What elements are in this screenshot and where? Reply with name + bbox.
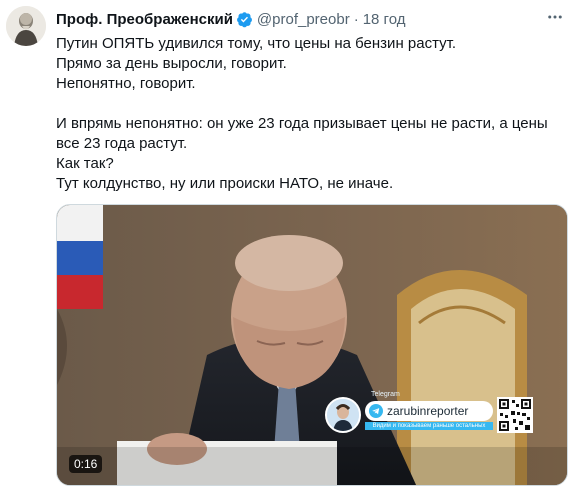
author-avatar-image: [6, 6, 46, 46]
telegram-icon: [369, 404, 383, 418]
tweet-text-line: И впрямь непонятно: он уже 23 года призы…: [56, 115, 548, 132]
qr-code-icon: [497, 397, 533, 433]
tweet-text-line: Путин ОПЯТЬ удивился тому, что цены на б…: [56, 35, 456, 52]
author-name[interactable]: Проф. Преображенский: [56, 11, 233, 28]
telegram-channel-name: zarubinreporter: [387, 404, 469, 418]
tweet[interactable]: Проф. Преображенский @prof_preobr · 18 г…: [0, 0, 578, 489]
tweet-text-line: Прямо за день выросли, говорит.: [56, 55, 287, 72]
tweet-text-line: Тут колдунство, ну или происки НАТО, не …: [56, 175, 394, 192]
author-avatar[interactable]: [6, 6, 46, 46]
header-separator: ·: [353, 10, 359, 28]
tweet-text-line: все 23 года растут.: [56, 135, 188, 152]
tweet-text-line: Непонятно, говорит.: [56, 75, 196, 92]
video-frame: [57, 205, 567, 485]
telegram-source-label: Telegram: [371, 391, 400, 398]
tweet-text-line: Как так?: [56, 155, 114, 172]
tweet-text: Путин ОПЯТЬ удивился тому, что цены на б…: [56, 34, 556, 194]
tweet-timestamp[interactable]: 18 год: [363, 11, 406, 28]
verified-badge-icon: [236, 11, 252, 27]
more-options-icon[interactable]: [544, 6, 566, 28]
author-handle[interactable]: @prof_preobr: [257, 11, 350, 28]
telegram-channel-pill: zarubinreporter: [365, 401, 493, 421]
telegram-overlay: Telegram zarubinreporter Видим и показыв…: [321, 391, 541, 439]
video-duration: 0:16: [69, 455, 103, 473]
tweet-header: Проф. Преображенский @prof_preobr · 18 г…: [56, 9, 405, 29]
telegram-tagline: Видим и показываем раньше остальных: [365, 422, 493, 430]
reporter-avatar: [325, 397, 361, 433]
video-player[interactable]: Telegram zarubinreporter Видим и показыв…: [56, 204, 568, 486]
